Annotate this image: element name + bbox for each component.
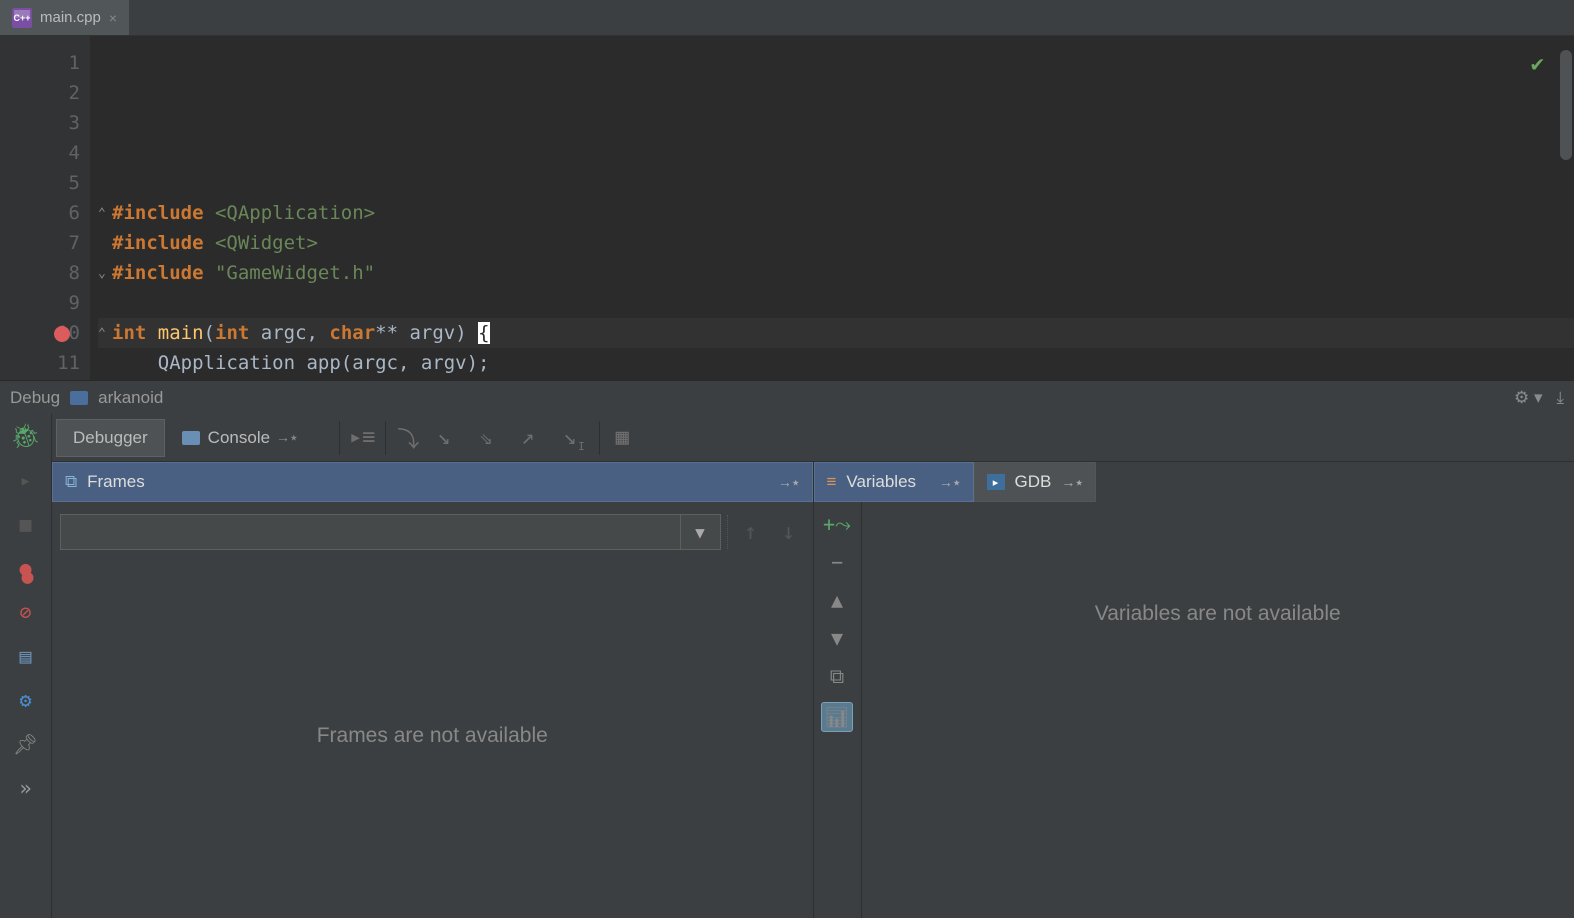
variables-empty-message: Variables are not available	[862, 502, 1574, 918]
frames-panel: ⧉ Frames →٭ ▼ ↑ ↓ Frames are not availab…	[52, 462, 814, 918]
detach-icon[interactable]: →٭	[778, 474, 800, 491]
vertical-scrollbar[interactable]	[1560, 50, 1572, 160]
move-down-icon[interactable]: ▼	[831, 626, 843, 650]
next-frame-icon[interactable]: ↓	[773, 516, 805, 548]
step-into-icon[interactable]: ↘	[427, 421, 461, 455]
pin-icon[interactable]: 📌︎	[12, 732, 40, 756]
breakpoint-icon[interactable]	[54, 326, 70, 342]
add-watch-icon[interactable]: +⤳	[823, 512, 851, 536]
code-line[interactable]: GameWidget w(nullptr);	[98, 378, 1574, 380]
editor-gutter: 123456789101112	[0, 36, 90, 380]
debug-label: Debug	[10, 388, 60, 408]
more-icon[interactable]: »	[12, 776, 40, 800]
variables-gdb-tabs: ≡ Variables →٭ ▸ GDB →٭	[814, 462, 1574, 502]
editor-tab-bar: C++ main.cpp ×	[0, 0, 1574, 36]
remove-watch-icon[interactable]: −	[831, 550, 843, 574]
gdb-icon: ▸	[987, 474, 1005, 490]
frames-header[interactable]: ⧉ Frames →٭	[52, 462, 813, 502]
debug-panel: 🐞︎ ▸ ■ ●● ⊘ ▤ ⚙︎ 📌︎ » Debugger Console →…	[0, 414, 1574, 918]
debug-tabs: Debugger Console →٭ ▸≡ ⤵ ↘ ⇘ ↗ ↘I ▦	[52, 414, 1574, 462]
console-icon	[182, 431, 200, 445]
copy-icon[interactable]: ⧉	[830, 664, 844, 688]
code-line[interactable]: QApplication app(argc, argv);	[98, 348, 1574, 378]
resume-icon[interactable]: ▸	[12, 468, 40, 492]
debug-tool-window-header: Debug arkanoid ⚙︎ ▾ ⤓	[0, 380, 1574, 414]
variables-toolbar: +⤳ − ▲ ▼ ⧉ 📊︎	[814, 502, 862, 918]
debug-main: Debugger Console →٭ ▸≡ ⤵ ↘ ⇘ ↗ ↘I ▦ ⧉	[52, 414, 1574, 918]
move-up-icon[interactable]: ▲	[831, 588, 843, 612]
run-config-icon	[70, 391, 88, 405]
run-to-cursor-icon[interactable]: ↘I	[553, 421, 587, 455]
layout-icon[interactable]: ▤	[12, 644, 40, 668]
code-editor[interactable]: 123456789101112 ✔ ⌃#include <QApplicatio…	[0, 36, 1574, 380]
debugger-tab[interactable]: Debugger	[56, 419, 165, 457]
frames-empty-message: Frames are not available	[52, 554, 813, 918]
frames-controls: ▼ ↑ ↓	[52, 502, 813, 554]
right-panels: ≡ Variables →٭ ▸ GDB →٭ +⤳ − ▲	[814, 462, 1574, 918]
detach-gdb-icon[interactable]: →٭	[1061, 474, 1083, 491]
file-tab-main-cpp[interactable]: C++ main.cpp ×	[0, 0, 129, 35]
frames-icon: ⧉	[65, 472, 77, 492]
force-step-into-icon[interactable]: ⇘	[469, 421, 503, 455]
code-line[interactable]: ⌄#include "GameWidget.h"	[98, 258, 1574, 288]
code-area[interactable]: ✔ ⌃#include <QApplication>#include <QWid…	[90, 36, 1574, 380]
code-line[interactable]	[98, 168, 1574, 198]
breakpoints-icon[interactable]: ●●	[12, 556, 40, 580]
step-over-icon[interactable]: ⤵	[385, 421, 419, 455]
variables-tab[interactable]: ≡ Variables →٭	[814, 462, 974, 502]
gdb-tab[interactable]: ▸ GDB →٭	[974, 462, 1096, 502]
prev-frame-icon[interactable]: ↑	[735, 516, 767, 548]
download-icon[interactable]: ⤓	[1556, 388, 1564, 408]
settings-gear-icon[interactable]: ⚙︎	[12, 688, 40, 712]
gear-icon[interactable]: ⚙︎ ▾	[1514, 388, 1543, 408]
stop-icon[interactable]: ■	[12, 512, 40, 536]
inspection-ok-icon: ✔	[1531, 50, 1544, 80]
close-tab-icon[interactable]: ×	[109, 10, 117, 26]
code-line[interactable]	[98, 288, 1574, 318]
step-out-icon[interactable]: ↗	[511, 421, 545, 455]
evaluate-expression-icon[interactable]: ▦	[599, 421, 633, 455]
code-line[interactable]: ⌃#include <QApplication>	[98, 198, 1574, 228]
mute-breakpoints-icon[interactable]: ⊘	[12, 600, 40, 624]
code-line[interactable]: #include <QWidget>	[98, 228, 1574, 258]
cpp-file-icon: C++	[12, 8, 32, 28]
show-execution-point-icon[interactable]: ▸≡	[339, 421, 373, 455]
debug-body: ⧉ Frames →٭ ▼ ↑ ↓ Frames are not availab…	[52, 462, 1574, 918]
show-watches-icon[interactable]: 📊︎	[821, 702, 853, 732]
detach-vars-icon[interactable]: →٭	[939, 474, 961, 491]
tab-filename: main.cpp	[40, 9, 101, 26]
debug-left-sidebar: 🐞︎ ▸ ■ ●● ⊘ ▤ ⚙︎ 📌︎ »	[0, 414, 52, 918]
code-line[interactable]: ⌃int main(int argc, char** argv) {	[98, 318, 1574, 348]
thread-selector[interactable]: ▼	[60, 514, 721, 550]
variables-icon: ≡	[827, 472, 837, 492]
stepping-toolbar: ▸≡ ⤵ ↘ ⇘ ↗ ↘I ▦	[315, 421, 633, 455]
debug-rerun-icon[interactable]: 🐞︎	[12, 424, 40, 448]
run-config-name: arkanoid	[98, 388, 163, 408]
console-tab[interactable]: Console →٭	[165, 419, 315, 457]
dropdown-arrow-icon[interactable]: ▼	[680, 515, 720, 549]
